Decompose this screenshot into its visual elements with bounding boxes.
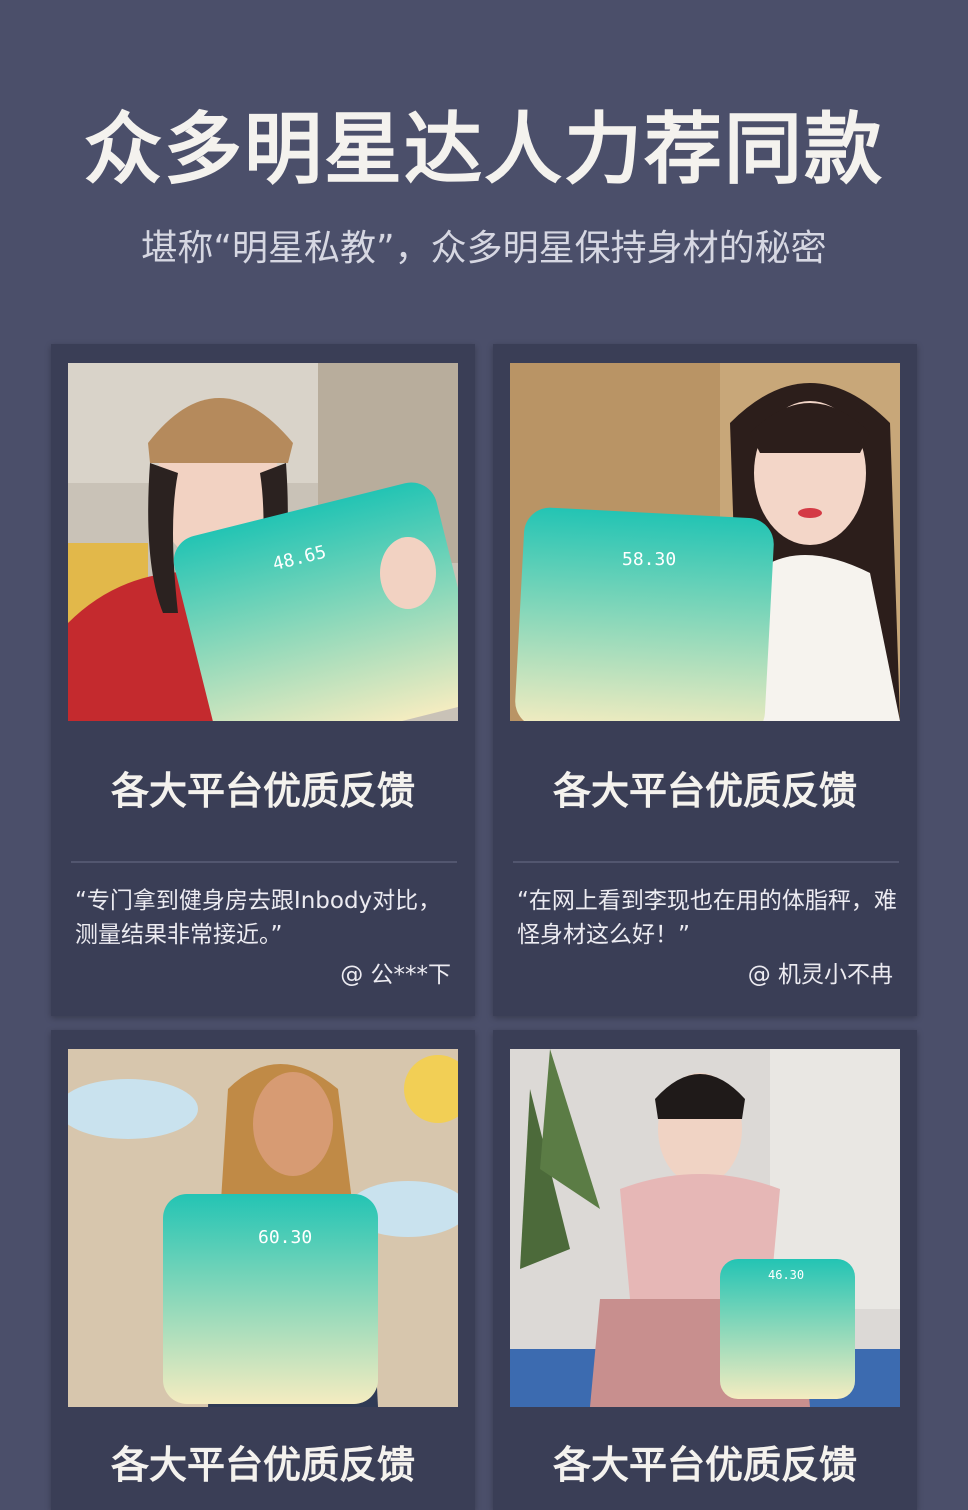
card-title: 各大平台优质反馈: [110, 769, 415, 813]
review-card: 46.30 各大平台优质反馈: [493, 1030, 917, 1510]
divider: [513, 861, 899, 863]
scale-display: 58.30: [622, 549, 676, 570]
review-quote: “专门拿到健身房去跟Inbody对比，测量结果非常接近。”: [75, 888, 442, 948]
divider: [71, 861, 457, 863]
celebrity-photo: 60.30: [68, 1049, 458, 1407]
card-title: 各大平台优质反馈: [552, 769, 857, 813]
scale-display: 46.30: [768, 1268, 804, 1282]
celebrity-photo: 58.30: [510, 363, 900, 721]
review-card: 58.30 各大平台优质反馈 “在网上看到李现也在用的体脂秤，难怪身材这么好！”…: [493, 344, 917, 1016]
page-title: 众多明星达人力荐同款: [83, 105, 884, 195]
celebrity-photo: 46.30: [510, 1049, 900, 1407]
review-card: 48.65 各大平台优质反馈 “专门拿到健身房去跟Inbody对比，测量结果非常…: [51, 344, 475, 1016]
card-title: 各大平台优质反馈: [552, 1443, 857, 1487]
celebrity-photo: 48.65: [68, 363, 458, 721]
review-card: 60.30 各大平台优质反馈: [51, 1030, 475, 1510]
scale-display: 60.30: [258, 1227, 312, 1248]
page-subtitle: 堪称“明星私教”，众多明星保持身材的秘密: [141, 228, 827, 269]
review-author: @ 机灵小不冉: [747, 962, 893, 988]
review-quote: “在网上看到李现也在用的体脂秤，难怪身材这么好！”: [517, 888, 897, 948]
card-title: 各大平台优质反馈: [110, 1443, 415, 1487]
review-author: @ 公***下: [340, 962, 451, 988]
